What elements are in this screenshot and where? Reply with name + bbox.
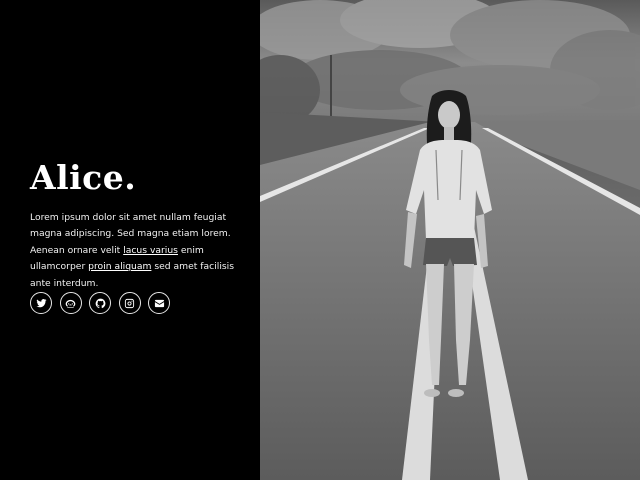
- github-button[interactable]: [89, 292, 111, 314]
- social-links: [30, 292, 170, 314]
- dribbble-button[interactable]: [59, 292, 82, 314]
- sidebar: Alice. Lorem ipsum dolor sit amet nullam…: [0, 0, 260, 480]
- email-button[interactable]: [148, 292, 170, 314]
- instagram-icon: [124, 298, 135, 308]
- hero-photo: [260, 0, 640, 480]
- dribbble-icon: [65, 299, 76, 308]
- twitter-button[interactable]: [30, 292, 52, 314]
- twitter-icon: [35, 298, 47, 307]
- bio-text: Lorem ipsum dolor sit amet nullam feugia…: [30, 210, 235, 292]
- bio-link-proin-aliquam[interactable]: proin aliquam: [88, 261, 151, 272]
- bio-link-lacus-varius[interactable]: lacus varius: [123, 245, 178, 256]
- site-title: Alice.: [30, 158, 137, 197]
- instagram-button[interactable]: [118, 292, 141, 314]
- envelope-icon: [154, 299, 164, 307]
- github-icon: [95, 298, 105, 308]
- utility-pole: [330, 55, 332, 125]
